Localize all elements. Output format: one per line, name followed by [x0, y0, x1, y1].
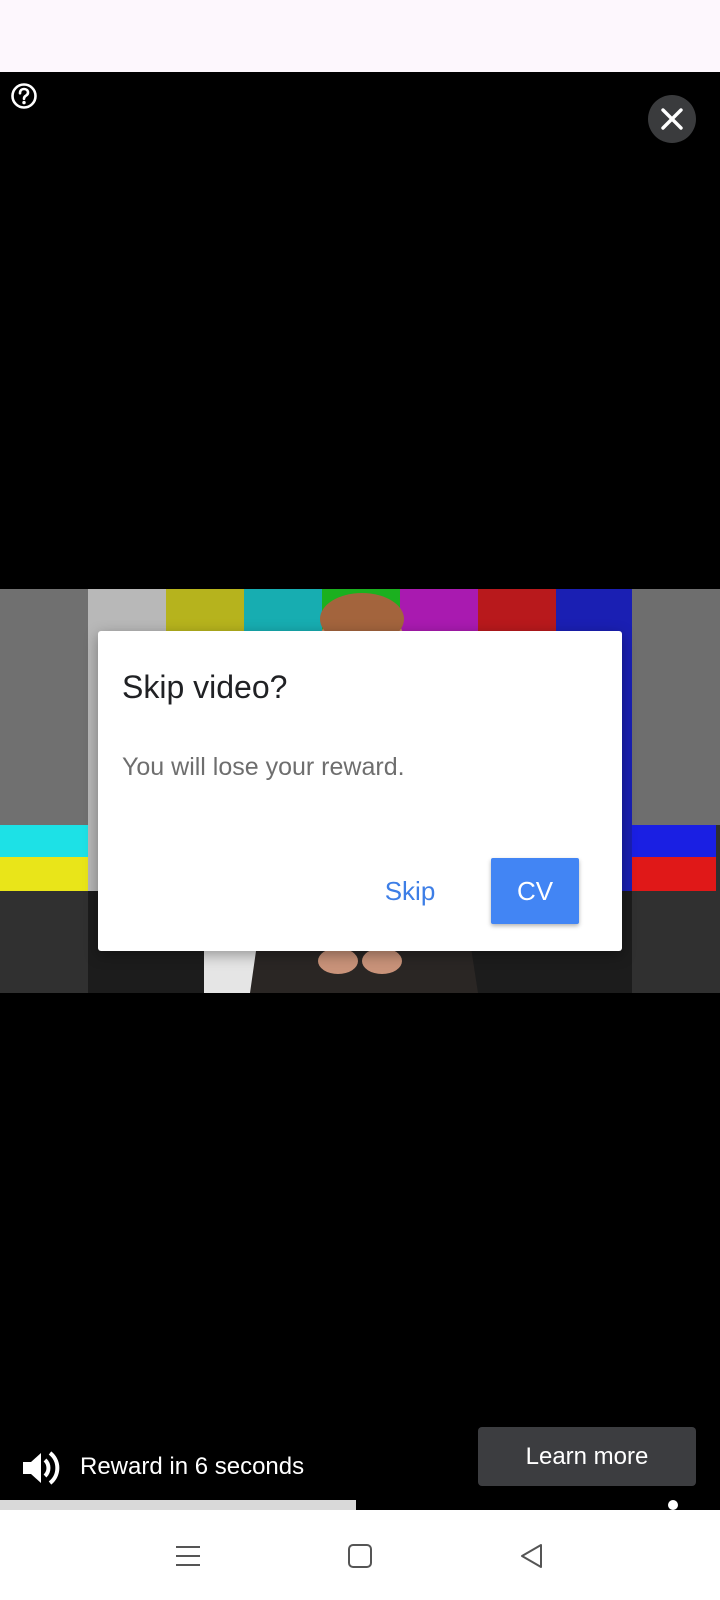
- back-button[interactable]: [508, 1532, 556, 1580]
- progress-indicator-dot: [668, 1500, 678, 1510]
- dialog-message: You will lose your reward.: [122, 753, 405, 781]
- continue-button[interactable]: CV: [491, 858, 579, 924]
- close-icon: [661, 108, 683, 130]
- learn-more-button[interactable]: Learn more: [478, 1427, 696, 1486]
- reward-countdown: Reward in 6 seconds: [80, 1453, 305, 1480]
- menu-icon: [176, 1546, 200, 1566]
- screen: Skip video? You will lose your reward. S…: [0, 0, 720, 1600]
- progress-bar: [0, 1500, 720, 1510]
- close-button[interactable]: [648, 95, 696, 143]
- status-bar: [0, 0, 720, 72]
- progress-fill: [0, 1500, 357, 1510]
- home-button[interactable]: [336, 1532, 384, 1580]
- dialog-title: Skip video?: [122, 669, 288, 705]
- help-icon[interactable]: [10, 82, 38, 110]
- volume-icon[interactable]: [20, 1448, 60, 1488]
- navigation-bar: [0, 1510, 720, 1600]
- skip-button[interactable]: Skip: [360, 858, 460, 924]
- home-icon: [348, 1544, 372, 1568]
- skip-video-dialog: Skip video? You will lose your reward. S…: [98, 631, 622, 951]
- back-icon: [521, 1544, 542, 1568]
- menu-button[interactable]: [164, 1532, 212, 1580]
